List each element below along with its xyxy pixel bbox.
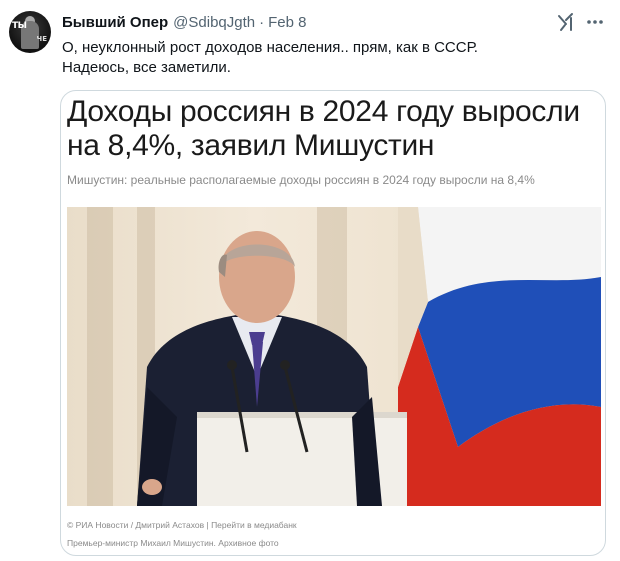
caption-line-1: © РИА Новости / Дмитрий Астахов | Перейт… <box>67 516 297 534</box>
russian-flag <box>398 207 601 506</box>
header-separator: · <box>259 13 265 31</box>
tweet-text: О, неуклонный рост доходов населения.. п… <box>62 38 602 78</box>
speaker-figure <box>137 231 407 506</box>
tweet-date[interactable]: Feb 8 <box>268 14 306 31</box>
media-bank-link[interactable]: Перейти в медиабанк <box>211 520 297 530</box>
article-subtitle: Мишустин: реальные располагаемые доходы … <box>67 173 535 187</box>
attached-image-card[interactable]: Доходы россиян в 2024 году выросли на 8,… <box>60 90 606 556</box>
tweet-header: Бывший Опер @SdibqJgth · Feb 8 <box>62 12 306 32</box>
display-name[interactable]: Бывший Опер <box>62 14 168 31</box>
tweet-text-line-2: Надеюсь, все заметили. <box>62 59 231 76</box>
photo-caption: © РИА Новости / Дмитрий Астахов | Перейт… <box>67 516 297 552</box>
avatar-text-left: ТЫ <box>12 21 27 31</box>
caption-description: Премьер-министр Михаил Мишустин. Архивно… <box>67 538 279 548</box>
avatar-text-right: ЧЕ <box>36 35 47 43</box>
article-headline: Доходы россиян в 2024 году выросли на 8,… <box>67 95 580 162</box>
user-handle[interactable]: @SdibqJgth <box>173 14 255 31</box>
article-photo <box>67 207 601 506</box>
more-options-icon[interactable] <box>585 12 605 32</box>
caption-divider: | <box>206 520 209 530</box>
tweet[interactable]: ТЫ ЧЕ Бывший Опер @SdibqJgth · Feb 8 О, … <box>0 0 620 561</box>
grok-icon[interactable] <box>556 12 576 32</box>
caption-source: © РИА Новости / Дмитрий Астахов <box>67 520 205 530</box>
avatar[interactable]: ТЫ ЧЕ <box>9 11 51 53</box>
tweet-text-line-1: О, неуклонный рост доходов населения.. п… <box>62 39 478 56</box>
